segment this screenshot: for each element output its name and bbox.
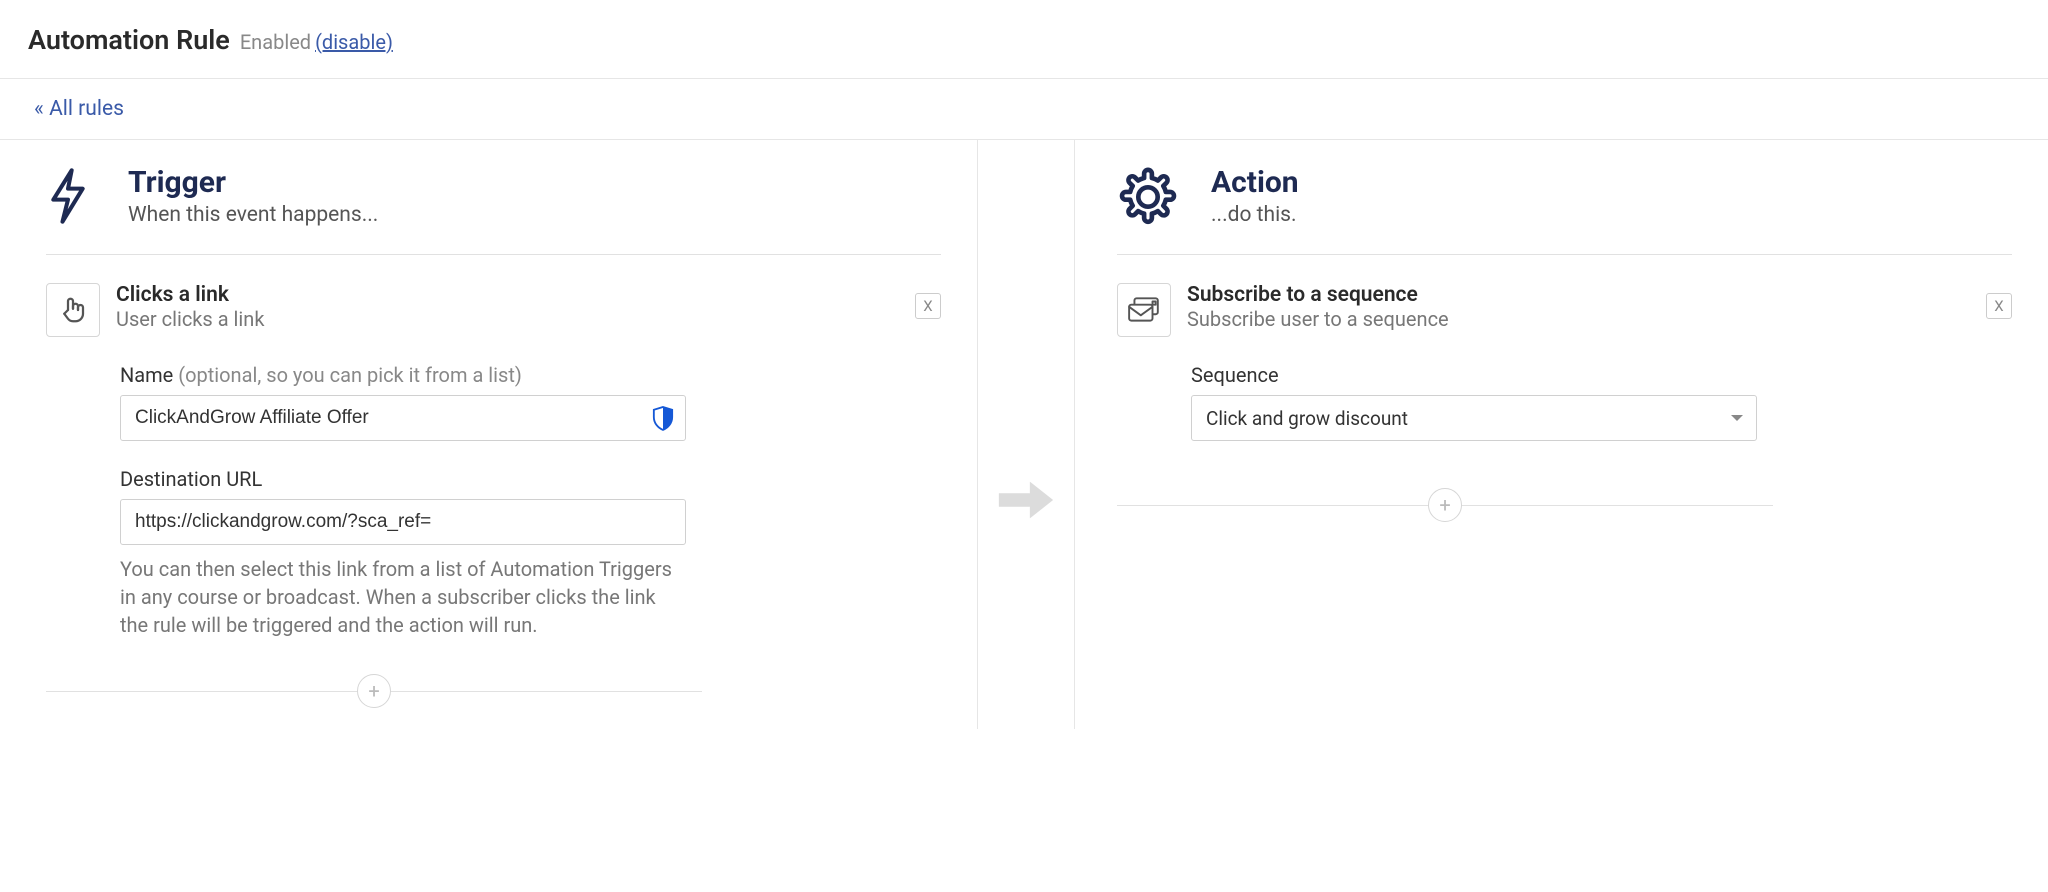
name-input[interactable]	[120, 395, 686, 441]
sequence-field: Sequence Click and grow discount	[1191, 363, 2012, 441]
action-heading: Action ...do this.	[1117, 166, 2012, 255]
arrow-right-icon	[995, 477, 1057, 523]
trigger-card-sub: User clicks a link	[116, 307, 941, 331]
breadcrumb: « All rules	[0, 79, 2048, 140]
add-trigger-divider: +	[46, 673, 702, 709]
trigger-heading: Trigger When this event happens...	[46, 166, 941, 255]
url-input[interactable]	[120, 499, 686, 545]
trigger-url-field: Destination URL You can then select this…	[120, 467, 941, 639]
main-layout: Trigger When this event happens... Click…	[0, 140, 2048, 729]
gear-icon	[1117, 166, 1183, 230]
action-panel: Action ...do this. Subscribe to a sequen…	[1075, 140, 2048, 729]
sequence-label: Sequence	[1191, 363, 2012, 387]
action-card: Subscribe to a sequence Subscribe user t…	[1117, 283, 2012, 337]
sequence-select[interactable]: Click and grow discount	[1191, 395, 1757, 441]
add-action-button[interactable]: +	[1428, 488, 1462, 522]
action-title: Action	[1211, 166, 1299, 201]
trigger-subtitle: When this event happens...	[128, 203, 378, 227]
sequence-selected-value: Click and grow discount	[1206, 407, 1408, 430]
url-label: Destination URL	[120, 467, 941, 491]
action-card-title: Subscribe to a sequence	[1187, 283, 2012, 307]
page-header: Automation Rule Enabled (disable)	[0, 0, 2048, 79]
panel-divider	[977, 140, 1075, 729]
pointer-icon	[46, 283, 100, 337]
trigger-panel: Trigger When this event happens... Click…	[0, 140, 977, 729]
remove-trigger-button[interactable]: X	[915, 293, 941, 319]
add-trigger-button[interactable]: +	[357, 674, 391, 708]
trigger-title: Trigger	[128, 166, 378, 201]
trigger-card: Clicks a link User clicks a link X	[46, 283, 941, 337]
chevron-down-icon	[1731, 415, 1743, 421]
url-help-text: You can then select this link from a lis…	[120, 555, 686, 639]
sequence-icon	[1117, 283, 1171, 337]
remove-action-button[interactable]: X	[1986, 293, 2012, 319]
action-subtitle: ...do this.	[1211, 203, 1299, 227]
add-action-divider: +	[1117, 487, 1773, 523]
shield-icon	[652, 405, 674, 431]
trigger-card-title: Clicks a link	[116, 283, 941, 307]
name-label: Name (optional, so you can pick it from …	[120, 363, 941, 387]
trigger-name-field: Name (optional, so you can pick it from …	[120, 363, 941, 441]
status-label: Enabled	[240, 30, 311, 54]
lightning-icon	[46, 166, 100, 230]
action-card-sub: Subscribe user to a sequence	[1187, 307, 2012, 331]
page-title: Automation Rule	[28, 24, 230, 56]
all-rules-link[interactable]: « All rules	[34, 97, 124, 121]
disable-link[interactable]: (disable)	[315, 30, 393, 54]
